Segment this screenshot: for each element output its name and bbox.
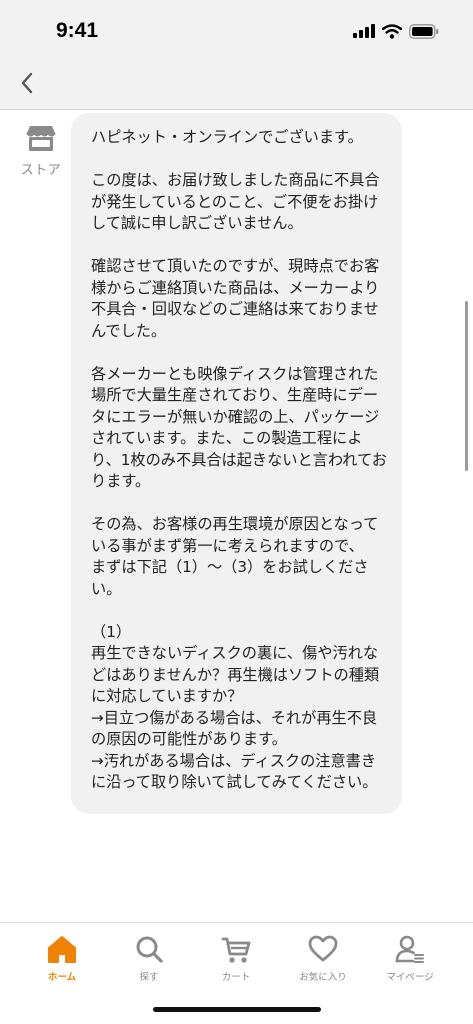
tab-cart[interactable]: カート — [196, 933, 276, 983]
message-paragraph: ハピネット・オンラインでございます。 — [91, 128, 363, 146]
battery-icon — [409, 23, 439, 39]
store-icon — [26, 126, 56, 151]
tab-label: ホーム — [47, 972, 77, 983]
status-bar: 9:41 — [0, 0, 473, 58]
message-paragraph: その為、お客様の再生環境が原因となっている事がまず第一に考えられますので、 まず… — [91, 515, 379, 598]
message-bubble: ハピネット・オンラインでございます。 この度は、お届け致しました商品に不具合が発… — [71, 113, 402, 814]
search-icon — [136, 936, 163, 963]
back-button[interactable] — [14, 68, 40, 98]
tab-label: マイページ — [386, 972, 434, 983]
tab-home[interactable]: ホーム — [22, 933, 102, 983]
tab-label: お気に入り — [299, 972, 347, 983]
message-paragraph: 各メーカーとも映像ディスクは管理された場所で大量生産されており、生産時にデータに… — [91, 364, 387, 491]
tab-label: 探す — [139, 972, 159, 983]
store-label: ストア — [20, 163, 62, 178]
store-avatar: ストア — [20, 124, 62, 178]
nav-bar — [0, 58, 473, 110]
status-icons — [353, 22, 439, 40]
message-paragraph: この度は、お届け致しました商品に不具合が発生しているとのこと、ご不便をお掛けして… — [91, 171, 380, 232]
tab-label: カート — [221, 972, 251, 983]
chat-content[interactable]: ストア ハピネット・オンラインでございます。 この度は、お届け致しました商品に不… — [0, 111, 473, 922]
chevron-left-icon — [21, 72, 33, 94]
tab-mypage[interactable]: マイページ — [370, 933, 450, 983]
signal-icon — [353, 24, 375, 38]
tab-search[interactable]: 探す — [109, 933, 189, 983]
wifi-icon — [382, 23, 402, 39]
scroll-indicator[interactable] — [465, 301, 468, 471]
home-icon — [48, 936, 76, 963]
status-time: 9:41 — [56, 19, 99, 42]
heart-icon — [308, 935, 338, 962]
home-indicator[interactable] — [153, 1007, 321, 1012]
cart-icon — [221, 937, 251, 963]
message-paragraph: 確認させて頂いたのですが、現時点でお客様からご連絡頂いた商品は、メーカーより不具… — [91, 257, 380, 340]
tab-favorites[interactable]: お気に入り — [283, 933, 363, 983]
message-paragraph: （1） 再生できないディスクの裏に、傷や汚れなどはありませんか？再生機はソフトの… — [91, 622, 380, 792]
user-icon — [395, 935, 424, 963]
